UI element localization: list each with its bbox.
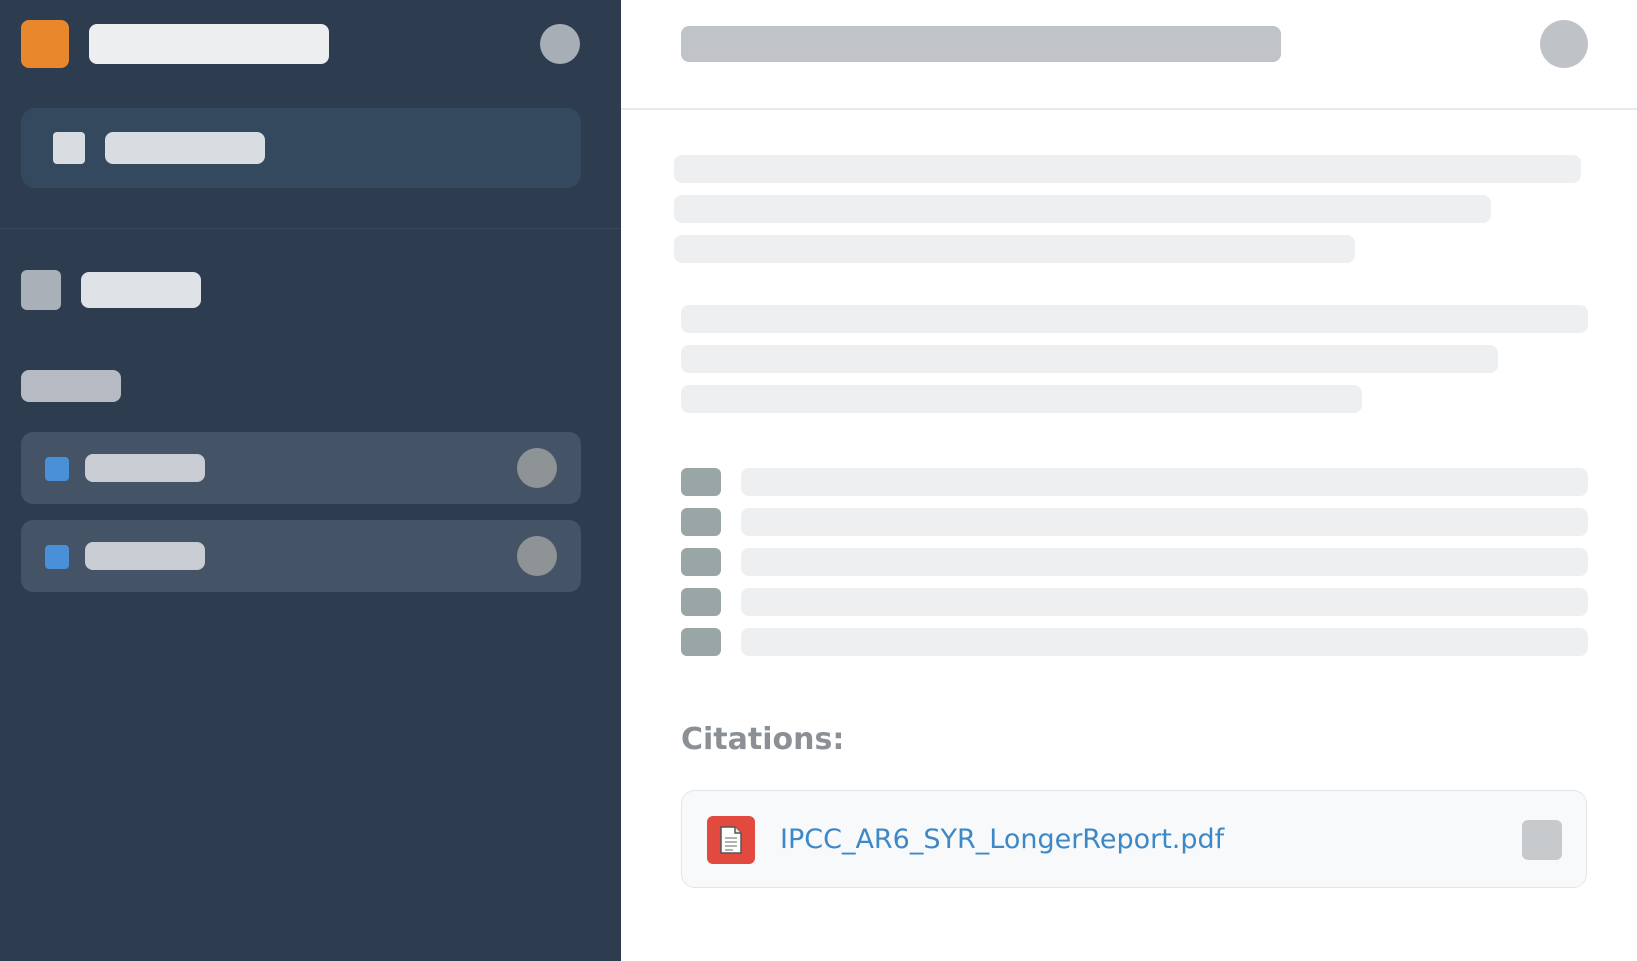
list-bullet — [681, 628, 721, 656]
header-avatar[interactable] — [1540, 20, 1588, 68]
sidebar-divider — [0, 228, 621, 229]
chat-icon — [45, 457, 69, 481]
section-heading-placeholder — [21, 370, 121, 402]
user-avatar[interactable] — [540, 24, 580, 64]
citations-heading: Citations: — [681, 722, 845, 757]
plus-icon — [53, 132, 85, 164]
list-line-placeholder — [741, 508, 1588, 536]
list-line-placeholder — [741, 588, 1588, 616]
document-glyph-icon — [720, 826, 742, 854]
conversation-menu-icon[interactable] — [517, 536, 557, 576]
citation-link[interactable]: IPCC_AR6_SYR_LongerReport.pdf — [780, 821, 1224, 859]
conversation-item[interactable] — [21, 432, 581, 504]
list-line-placeholder — [741, 628, 1588, 656]
list-line-placeholder — [741, 468, 1588, 496]
text-line-placeholder — [681, 385, 1362, 413]
text-line-placeholder — [674, 195, 1491, 223]
conversation-title-placeholder — [85, 454, 205, 482]
sidebar — [0, 0, 621, 961]
nav-item-label-placeholder[interactable] — [81, 272, 201, 308]
conversation-menu-icon[interactable] — [517, 448, 557, 488]
folder-icon[interactable] — [21, 270, 61, 310]
text-line-placeholder — [674, 235, 1355, 263]
conversation-item[interactable] — [21, 520, 581, 592]
conversation-title-placeholder — [85, 542, 205, 570]
new-chat-button[interactable] — [21, 108, 581, 188]
new-chat-label-placeholder — [105, 132, 265, 164]
chat-title-placeholder — [681, 26, 1281, 62]
list-line-placeholder — [741, 548, 1588, 576]
header-divider — [621, 108, 1637, 110]
list-bullet — [681, 548, 721, 576]
app-logo[interactable] — [21, 20, 69, 68]
chat-icon — [45, 545, 69, 569]
list-bullet — [681, 468, 721, 496]
list-bullet — [681, 508, 721, 536]
pdf-file-icon — [707, 816, 755, 864]
app-name-placeholder — [89, 24, 329, 64]
open-citation-icon[interactable] — [1522, 820, 1562, 860]
text-line-placeholder — [681, 305, 1588, 333]
text-line-placeholder — [674, 155, 1581, 183]
citation-card[interactable]: IPCC_AR6_SYR_LongerReport.pdf — [681, 790, 1587, 888]
text-line-placeholder — [681, 345, 1498, 373]
list-bullet — [681, 588, 721, 616]
main-content: Citations: IPCC_AR6_SYR_LongerReport.pdf — [621, 0, 1637, 961]
